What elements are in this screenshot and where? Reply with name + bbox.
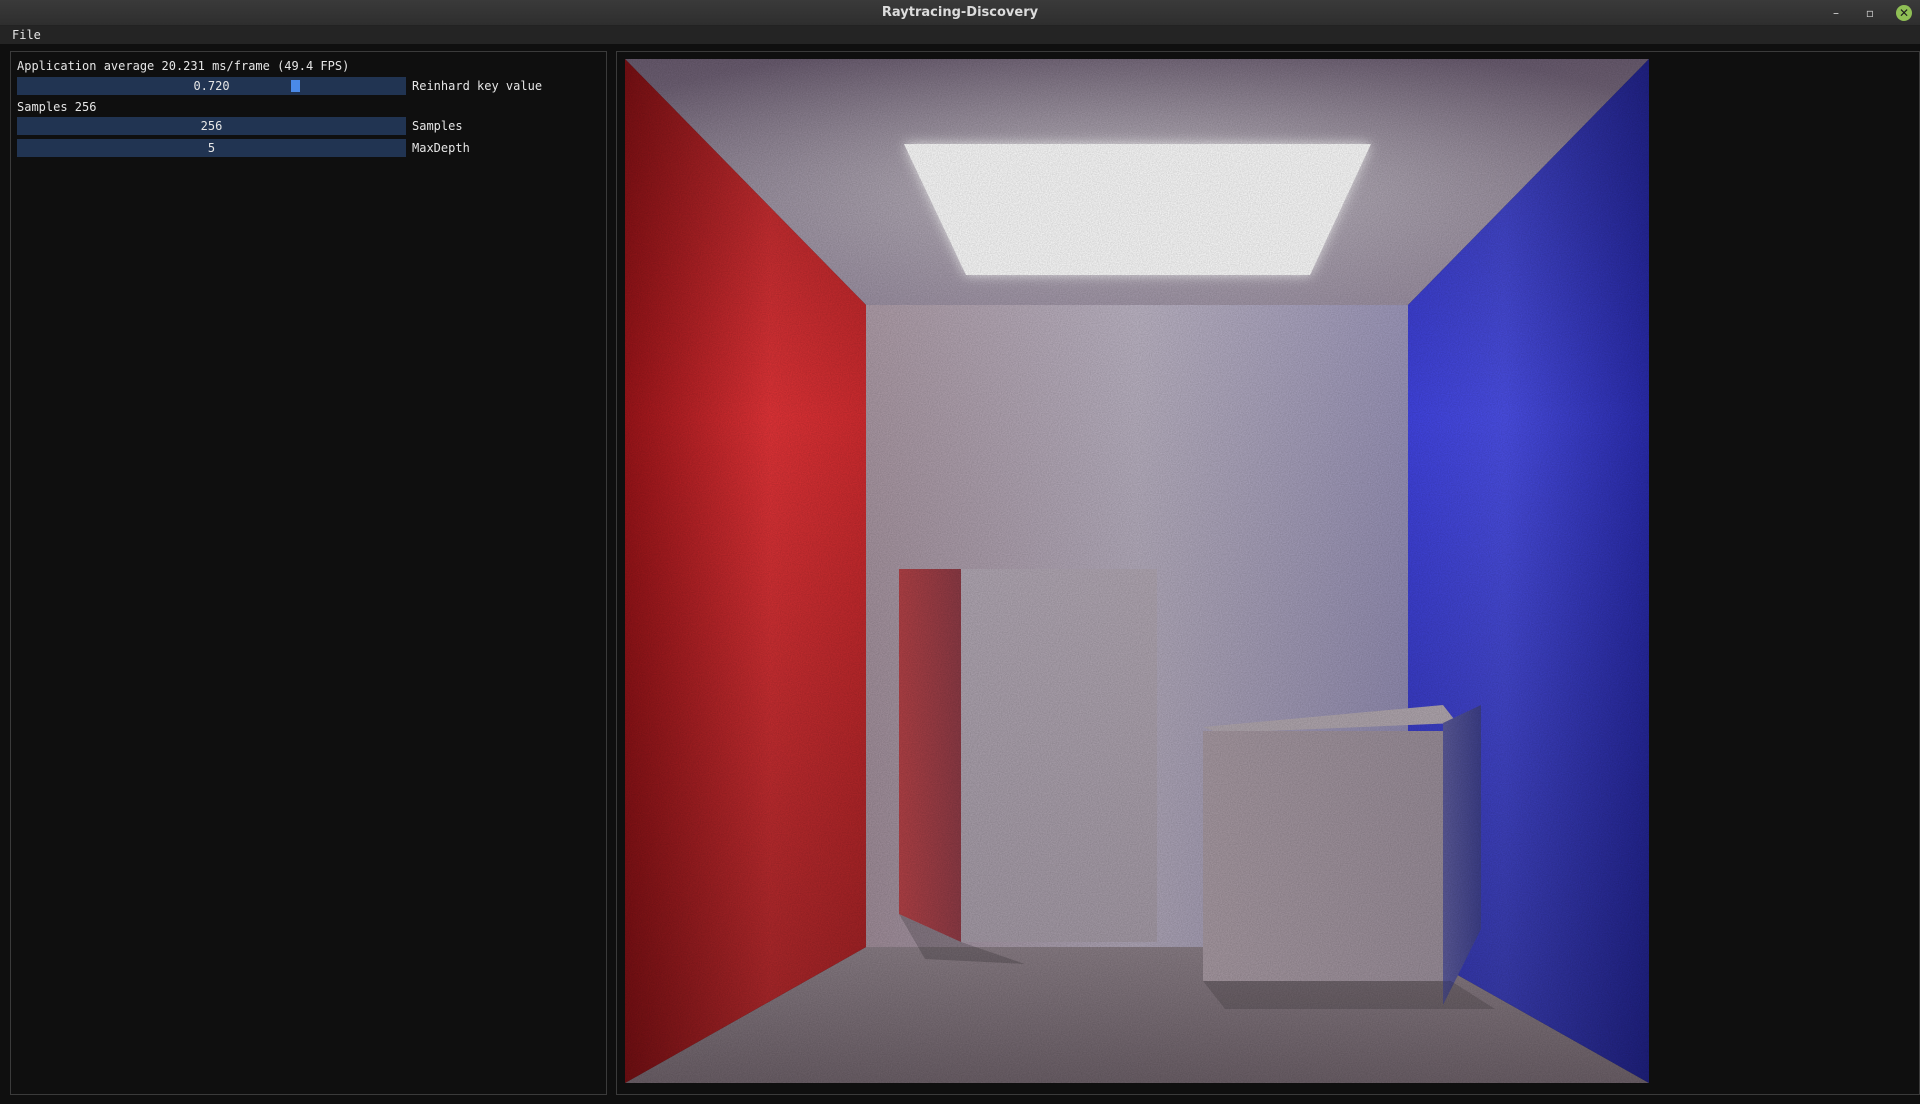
samples-slider[interactable]: 256	[17, 117, 406, 135]
maxdepth-slider-row: 5 MaxDepth	[17, 139, 577, 157]
window-title: Raytracing-Discovery	[881, 5, 1039, 20]
maxdepth-value: 5	[207, 141, 216, 155]
render-viewport-panel	[616, 51, 1920, 1095]
minimize-icon[interactable]: –	[1828, 5, 1844, 21]
app-window: Raytracing-Discovery – ▫ ✕ File Applicat…	[0, 0, 1920, 1104]
close-icon[interactable]: ✕	[1896, 5, 1912, 21]
menu-bar: File	[0, 26, 1920, 44]
restore-icon[interactable]: ▫	[1862, 5, 1878, 21]
raytraced-image[interactable]	[625, 59, 1649, 1083]
cornell-box-render	[625, 59, 1649, 1083]
maxdepth-label: MaxDepth	[412, 141, 470, 155]
samples-value: 256	[200, 119, 223, 133]
reinhard-slider-row: 0.720 Reinhard key value	[17, 77, 577, 95]
menu-file[interactable]: File	[12, 26, 41, 44]
samples-slider-row: 256 Samples	[17, 117, 577, 135]
title-bar[interactable]: Raytracing-Discovery – ▫ ✕	[0, 0, 1920, 26]
settings-panel: Application average 20.231 ms/frame (49.…	[10, 51, 607, 1095]
maxdepth-slider[interactable]: 5	[17, 139, 406, 157]
reinhard-value: 0.720	[193, 79, 230, 93]
samples-text: Samples 256	[17, 100, 97, 114]
samples-label: Samples	[412, 119, 463, 133]
window-controls: – ▫ ✕	[1828, 4, 1912, 22]
reinhard-slider[interactable]: 0.720	[17, 77, 406, 95]
frame-stats: Application average 20.231 ms/frame (49.…	[17, 59, 350, 73]
reinhard-label: Reinhard key value	[412, 79, 543, 93]
